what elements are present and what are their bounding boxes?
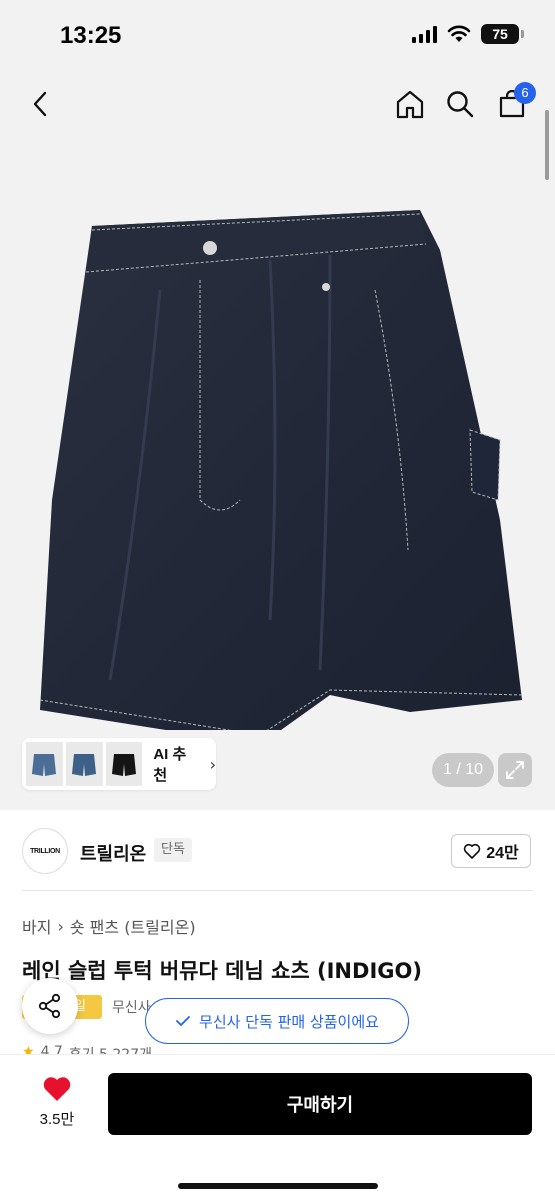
scrollbar[interactable]	[545, 110, 549, 180]
product-title: 레인 슬럽 투턱 버뮤다 데님 쇼츠 (INDIGO)	[22, 959, 422, 983]
check-icon	[176, 1016, 190, 1026]
search-icon	[447, 91, 474, 118]
expand-button[interactable]	[498, 753, 532, 787]
home-indicator	[178, 1183, 378, 1189]
share-icon	[38, 993, 61, 1019]
brand-like-button[interactable]: 24만	[451, 834, 531, 868]
cellular-signal-icon	[412, 25, 437, 43]
share-button[interactable]	[22, 978, 78, 1034]
status-icons: 75	[412, 24, 524, 44]
exclusive-toast: 무신사 단독 판매 상품이에요	[145, 998, 409, 1044]
ai-recommend-label: AI 추천	[153, 746, 187, 784]
divider	[22, 890, 533, 891]
brand-row: TRILLION 트릴리온 단독 24만	[0, 810, 555, 892]
cart-button[interactable]: 6	[492, 82, 536, 124]
bottom-action-bar: 3.5만 구매하기	[0, 1054, 555, 1200]
breadcrumb-separator-icon: ›	[57, 916, 64, 936]
breadcrumb: 바지 › 숏 팬츠 (트릴리온)	[22, 914, 196, 938]
like-count: 3.5만	[39, 1111, 75, 1128]
image-pager: 1 / 10	[432, 753, 494, 787]
brand-like-count: 24만	[486, 845, 519, 862]
top-nav: 6	[0, 70, 555, 140]
brand-logo[interactable]: TRILLION	[22, 828, 68, 874]
ai-thumb-1[interactable]	[26, 742, 63, 786]
heart-outline-icon	[464, 843, 481, 859]
breadcrumb-category[interactable]: 바지	[22, 914, 51, 938]
status-bar: 13:25 75	[0, 0, 555, 70]
battery-icon: 75	[481, 24, 524, 44]
chevron-right-icon: ›	[209, 754, 217, 774]
product-gallery[interactable]: 6 AI 추천 › 1 / 10	[0, 70, 555, 810]
home-icon	[396, 90, 424, 119]
exclusive-tag: 단독	[154, 838, 192, 862]
heart-filled-icon	[43, 1077, 71, 1101]
product-photo[interactable]	[30, 200, 530, 730]
ai-thumb-2[interactable]	[65, 742, 103, 786]
status-time: 13:25	[60, 22, 122, 49]
toast-text: 무신사 단독 판매 상품이에요	[199, 1012, 379, 1031]
ai-thumb-3[interactable]	[105, 742, 143, 786]
breadcrumb-subcategory[interactable]: 숏 팬츠 (트릴리온)	[70, 914, 196, 938]
buy-button[interactable]: 구매하기	[108, 1073, 532, 1135]
expand-icon	[506, 761, 524, 779]
cart-badge: 6	[514, 82, 536, 104]
search-button[interactable]	[440, 84, 480, 124]
brand-name[interactable]: 트릴리온	[80, 840, 146, 866]
ai-recommend-chip[interactable]: AI 추천 ›	[22, 738, 216, 790]
battery-level: 75	[492, 26, 508, 42]
home-button[interactable]	[390, 84, 430, 124]
chevron-left-icon	[33, 91, 47, 117]
back-button[interactable]	[20, 84, 60, 124]
wifi-icon	[447, 25, 471, 42]
like-button[interactable]: 3.5만	[22, 1075, 92, 1145]
